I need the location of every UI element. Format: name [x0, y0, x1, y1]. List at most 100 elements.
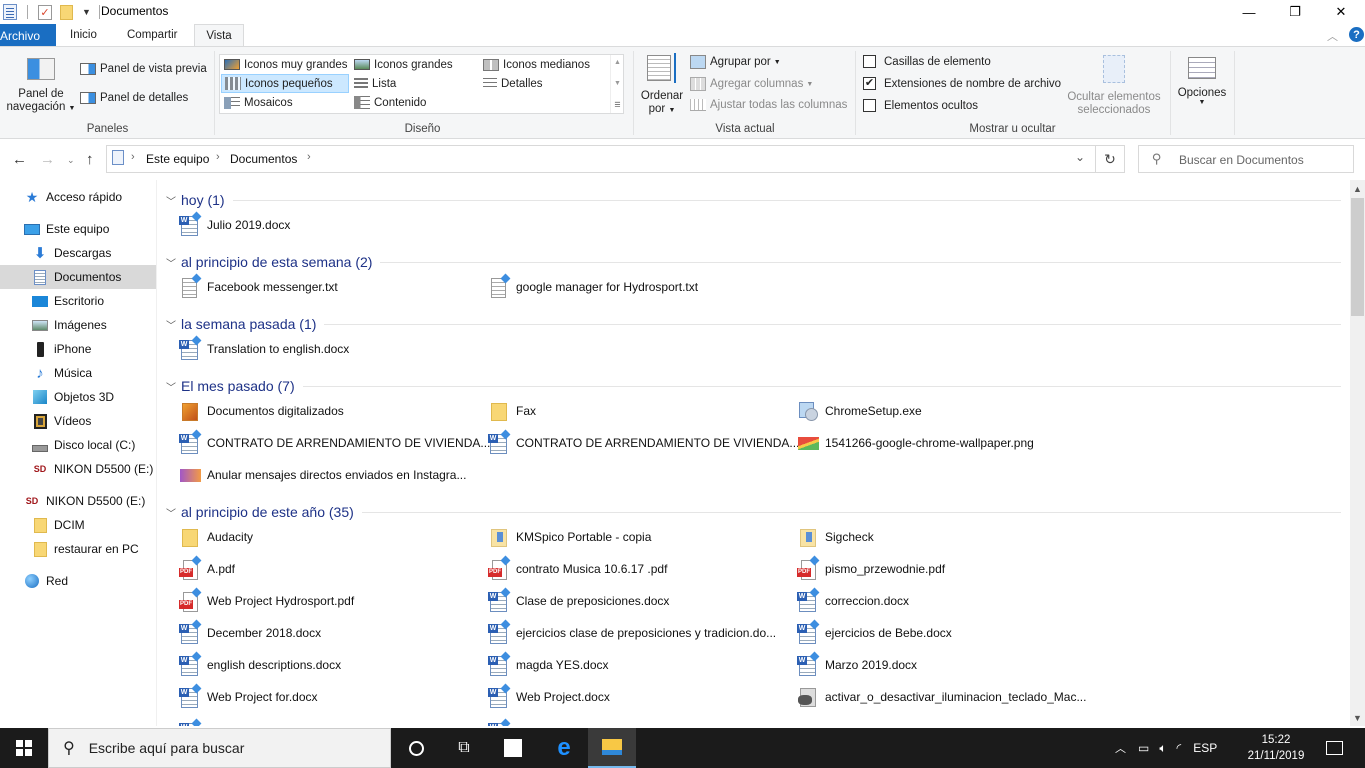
group-header[interactable]: ﹀ hoy (1) [166, 189, 1341, 211]
sidebar-item[interactable]: ♪ Música [0, 361, 156, 385]
layout-large-icons[interactable]: Iconos grandes [351, 55, 479, 74]
chevron-down-icon[interactable]: ﹀ [166, 317, 176, 332]
group-by-button[interactable]: Agrupar por ▼ [690, 55, 781, 69]
clock[interactable]: 15:22 21/11/2019 [1246, 732, 1306, 764]
scroll-up-icon[interactable]: ▲ [1350, 180, 1365, 197]
start-button[interactable] [0, 728, 48, 768]
chevron-down-icon[interactable]: ﹀ [166, 505, 176, 520]
taskbar-search[interactable]: ⚲ Escribe aquí para buscar [48, 728, 391, 768]
sidebar-item[interactable]: Este equipo [0, 217, 156, 241]
sidebar-item[interactable]: Imágenes [0, 313, 156, 337]
search-input[interactable]: Buscar en Documentos [1179, 153, 1304, 167]
hide-selected-button[interactable]: Ocultar elementos seleccionados [1064, 55, 1164, 117]
sidebar-item[interactable]: SD NIKON D5500 (E:) [0, 489, 156, 513]
file-extensions-toggle[interactable]: ✔ Extensiones de nombre de archivo [863, 77, 1061, 90]
sidebar-item[interactable]: SD NIKON D5500 (E:) [0, 457, 156, 481]
file-item[interactable]: Facebook messenger.txt [178, 273, 338, 299]
file-item[interactable]: W Julio 2019.docx [178, 211, 290, 237]
group-header[interactable]: ﹀ la semana pasada (1) [166, 313, 1341, 335]
fit-columns-button[interactable]: Ajustar todas las columnas [690, 99, 847, 111]
tab-vista[interactable]: Vista [194, 24, 244, 47]
layout-list[interactable]: Lista [351, 74, 479, 93]
file-item[interactable]: W Marzo 2019.docx [796, 651, 917, 677]
file-item[interactable]: Wejercicios clase de preposiciones y tra… [487, 619, 776, 645]
close-button[interactable]: ✕ [1318, 0, 1364, 24]
group-header[interactable]: ﹀ al principio de esta semana (2) [166, 251, 1341, 273]
breadcrumb-este-equipo[interactable]: Este equipo [146, 152, 209, 166]
file-item[interactable]: PDF pismo_przewodnie.pdf [796, 555, 945, 581]
back-button[interactable]: ← [12, 151, 27, 168]
add-columns-button[interactable]: Agregar columnas ▼ [690, 77, 813, 91]
chevron-down-icon[interactable]: ﹀ [166, 255, 176, 270]
group-header[interactable]: ﹀ El mes pasado (7) [166, 375, 1341, 397]
file-item[interactable]: W December 2018.docx [178, 619, 321, 645]
layout-extra-large-icons[interactable]: Iconos muy grandes [221, 55, 349, 74]
file-item[interactable]: W CONTRATO DE ARRENDAMIENTO DE VIVIENDA..… [487, 429, 799, 455]
sidebar-item[interactable]: DCIM [0, 513, 156, 537]
file-item[interactable]: PDF A.pdf [178, 555, 235, 581]
action-center-button[interactable] [1310, 728, 1358, 768]
file-item[interactable]: ChromeSetup.exe [796, 399, 922, 423]
gallery-scroll[interactable]: ▲ ▼ ☰ [610, 55, 624, 113]
file-item[interactable]: Wenglish descriptions.docx [178, 651, 341, 677]
item-checkboxes-checkbox[interactable] [863, 55, 876, 68]
file-item[interactable]: Documentos digitalizados [178, 399, 344, 423]
chevron-down-icon[interactable]: ﹀ [166, 193, 176, 208]
file-item[interactable]: W Translation to english.docx [178, 335, 349, 361]
maximize-button[interactable]: ❐ [1272, 0, 1318, 24]
forward-button[interactable]: → [40, 151, 55, 168]
layout-tiles[interactable]: Mosaicos [221, 93, 349, 112]
sidebar-item[interactable]: Disco local (C:) [0, 433, 156, 457]
layout-medium-icons[interactable]: Iconos medianos [480, 55, 608, 74]
file-item[interactable]: Audacity [178, 525, 253, 549]
customize-toolbar-icon[interactable]: ▼ [82, 7, 91, 17]
sidebar-item[interactable]: Escritorio [0, 289, 156, 313]
file-item[interactable]: W Web Project for.docx [178, 683, 318, 709]
sidebar-item[interactable]: ⬇ Descargas [0, 241, 156, 265]
file-item[interactable]: W [487, 718, 516, 726]
taskbar-search-input[interactable]: Escribe aquí para buscar [89, 740, 245, 756]
file-item[interactable]: Anular mensajes directos enviados en Ins… [178, 463, 466, 487]
up-button[interactable]: ↑ [86, 151, 94, 168]
file-item[interactable]: PDF Web Project Hydrosport.pdf [178, 587, 354, 613]
file-item[interactable]: Fax [487, 399, 536, 423]
scroll-down-icon[interactable]: ▼ [1350, 709, 1365, 726]
file-item[interactable]: Wmagda YES.docx [487, 651, 609, 677]
cortana-button[interactable] [392, 728, 440, 768]
vertical-scrollbar[interactable]: ▲ ▼ [1350, 180, 1365, 726]
options-button[interactable]: Opciones ▼ [1174, 57, 1230, 106]
sidebar-item[interactable]: Red [0, 569, 156, 593]
file-explorer-button[interactable] [588, 728, 636, 768]
show-hidden-icons[interactable]: ︿ [1115, 740, 1126, 756]
document-properties-icon[interactable] [3, 4, 17, 20]
group-header[interactable]: ﹀ al principio de este año (35) [166, 501, 1341, 523]
file-item[interactable]: W Clase de preposiciones.docx [487, 587, 669, 613]
tab-inicio[interactable]: Inicio [60, 24, 107, 46]
gallery-down-icon[interactable]: ▼ [614, 80, 621, 87]
wifi-icon[interactable]: ◜ [1177, 741, 1182, 755]
tab-archivo[interactable]: Archivo [0, 24, 56, 48]
file-item[interactable]: W Web Project.docx [487, 683, 610, 709]
sidebar-item[interactable]: ★ Acceso rápido [0, 185, 156, 209]
breadcrumb-documentos[interactable]: Documentos [230, 152, 297, 166]
layout-content[interactable]: Contenido [351, 93, 479, 112]
item-checkboxes-toggle[interactable]: Casillas de elemento [863, 55, 991, 68]
hidden-items-checkbox[interactable] [863, 99, 876, 112]
sidebar-item[interactable]: Objetos 3D [0, 385, 156, 409]
minimize-button[interactable]: — [1226, 0, 1272, 24]
gallery-more-icon[interactable]: ☰ [614, 101, 620, 109]
breadcrumb-separator[interactable]: › [307, 151, 311, 163]
properties-check-icon[interactable]: ✓ [38, 4, 52, 20]
collapse-ribbon-icon[interactable]: ︿ [1327, 28, 1338, 44]
file-item[interactable]: 1541266-google-chrome-wallpaper.png [796, 431, 1034, 455]
refresh-button[interactable]: ↻ [1096, 145, 1125, 173]
address-dropdown-icon[interactable]: ⌄ [1075, 150, 1085, 164]
scrollbar-thumb[interactable] [1351, 198, 1364, 316]
recent-locations-icon[interactable]: ⌄ [67, 155, 75, 166]
language-indicator[interactable]: ESP [1193, 741, 1217, 755]
edge-button[interactable]: e [540, 728, 588, 768]
chevron-down-icon[interactable]: ﹀ [166, 379, 176, 394]
file-item[interactable]: google manager for Hydrosport.txt [487, 273, 698, 299]
tab-compartir[interactable]: Compartir [117, 24, 187, 46]
sort-by-button[interactable]: Ordenar por ▼ [638, 53, 686, 119]
